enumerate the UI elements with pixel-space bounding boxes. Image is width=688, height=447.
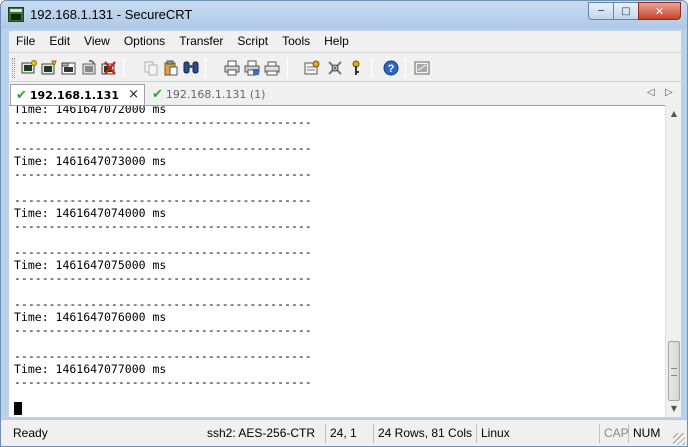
- find-icon: [183, 61, 199, 74]
- securecrt-app-icon[interactable]: [8, 7, 24, 22]
- tab-label: 192.168.1.131 (1): [165, 88, 266, 101]
- minimize-button[interactable]: ─: [588, 2, 614, 20]
- toolbar: ?: [9, 52, 681, 82]
- terminal-line: ----------------------------------------…: [14, 115, 312, 129]
- tab-close-button[interactable]: ×: [128, 87, 139, 102]
- paste-icon: [164, 60, 178, 76]
- title-bar[interactable]: 192.168.1.131 - SecureCRT ─ □ ✕: [1, 1, 687, 29]
- menu-view[interactable]: View: [77, 31, 117, 52]
- print-button[interactable]: [223, 59, 241, 77]
- print-setup-icon: [244, 60, 260, 76]
- tab-scroll-left-button[interactable]: ◁: [647, 87, 655, 98]
- terminal-line: ----------------------------------------…: [14, 167, 312, 181]
- maximize-button[interactable]: □: [613, 2, 639, 20]
- scroll-up-button[interactable]: ▲: [666, 105, 682, 121]
- tab-label: 192.168.1.131: [29, 88, 119, 102]
- menu-edit[interactable]: Edit: [42, 31, 77, 52]
- paste-button[interactable]: [162, 59, 180, 77]
- resize-grip-icon[interactable]: [673, 433, 685, 445]
- menu-file[interactable]: File: [9, 31, 42, 52]
- scroll-down-button[interactable]: ▼: [666, 400, 682, 416]
- global-options-button[interactable]: [326, 59, 344, 77]
- menu-help[interactable]: Help: [317, 31, 356, 52]
- copy-icon: [144, 61, 158, 76]
- reconnect-icon: [82, 60, 96, 75]
- tab-192-168-1-131-1[interactable]: ✔ 192.168.1.131 (1): [147, 84, 267, 105]
- status-state: Ready: [13, 426, 48, 440]
- menu-transfer[interactable]: Transfer: [172, 31, 230, 52]
- print-icon: [224, 60, 240, 76]
- tab-scroll-right-button[interactable]: ▷: [665, 87, 673, 98]
- session-options-button[interactable]: [303, 59, 321, 77]
- terminal-scrollbar[interactable]: ▲ ▼: [665, 105, 681, 417]
- connected-check-icon: ✔: [16, 87, 27, 103]
- terminal-line: ----------------------------------------…: [14, 219, 312, 233]
- connect-button[interactable]: [20, 59, 38, 77]
- session-options-icon: [304, 60, 320, 75]
- connect-tab-button[interactable]: [60, 59, 78, 77]
- quick-connect-button[interactable]: [40, 59, 58, 77]
- terminal-cursor: [14, 402, 22, 415]
- svg-text:?: ?: [388, 63, 395, 75]
- toolbar-grip[interactable]: [12, 58, 15, 78]
- toolbar-separator: [205, 58, 206, 78]
- session-tab-strip: ✔ 192.168.1.131 × ✔ 192.168.1.131 (1) ◁ …: [9, 82, 681, 105]
- find-button[interactable]: [182, 59, 200, 77]
- key-button[interactable]: [347, 59, 365, 77]
- disconnect-icon: [101, 61, 116, 75]
- window-controls: ─ □ ✕: [588, 2, 681, 20]
- menu-options[interactable]: Options: [117, 31, 172, 52]
- toolbar-separator: [287, 58, 288, 78]
- status-bar: Ready ssh2: AES-256-CTR 24, 1 24 Rows, 8…: [1, 419, 687, 446]
- keymap-icon: [414, 61, 430, 75]
- copy-button[interactable]: [142, 59, 160, 77]
- print-setup-button[interactable]: [243, 59, 261, 77]
- menu-bar: File Edit View Options Transfer Script T…: [9, 31, 681, 52]
- menu-script[interactable]: Script: [230, 31, 275, 52]
- scroll-thumb[interactable]: [668, 341, 680, 401]
- terminal-line: ----------------------------------------…: [14, 375, 312, 389]
- toolbar-separator: [123, 58, 124, 78]
- terminal-line: ----------------------------------------…: [14, 323, 312, 337]
- connect-tab-icon: [61, 62, 76, 75]
- close-button[interactable]: ✕: [638, 2, 681, 20]
- toolbar-separator: [371, 58, 372, 78]
- print-preview-icon: [264, 61, 280, 76]
- securecrt-window: 192.168.1.131 - SecureCRT ─ □ ✕ File Edi…: [0, 0, 688, 447]
- quick-connect-icon: [41, 60, 57, 75]
- keymap-button[interactable]: [413, 59, 431, 77]
- status-terminal-size: 24 Rows, 81 Cols: [373, 424, 476, 443]
- terminal-line: ----------------------------------------…: [14, 271, 312, 285]
- status-cursor-position: 24, 1: [325, 424, 361, 443]
- key-icon: [352, 60, 360, 75]
- status-os: Linux: [476, 424, 514, 443]
- connected-check-icon: ✔: [152, 87, 163, 102]
- status-num-lock: NUM: [628, 424, 664, 443]
- connect-icon: [21, 60, 37, 74]
- global-options-icon: [328, 61, 342, 75]
- terminal-output[interactable]: Time: 1461647072000 ms -----------------…: [9, 105, 665, 417]
- tab-192-168-1-131[interactable]: ✔ 192.168.1.131 ×: [10, 84, 145, 105]
- help-icon: ?: [383, 60, 399, 76]
- disconnect-button[interactable]: [100, 59, 118, 77]
- reconnect-button[interactable]: [80, 59, 98, 77]
- toolbar-separator: [405, 58, 406, 78]
- window-title: 192.168.1.131 - SecureCRT: [30, 7, 193, 22]
- print-preview-button[interactable]: [263, 59, 281, 77]
- status-cipher: ssh2: AES-256-CTR: [207, 426, 316, 440]
- help-button[interactable]: ?: [382, 59, 400, 77]
- menu-tools[interactable]: Tools: [275, 31, 317, 52]
